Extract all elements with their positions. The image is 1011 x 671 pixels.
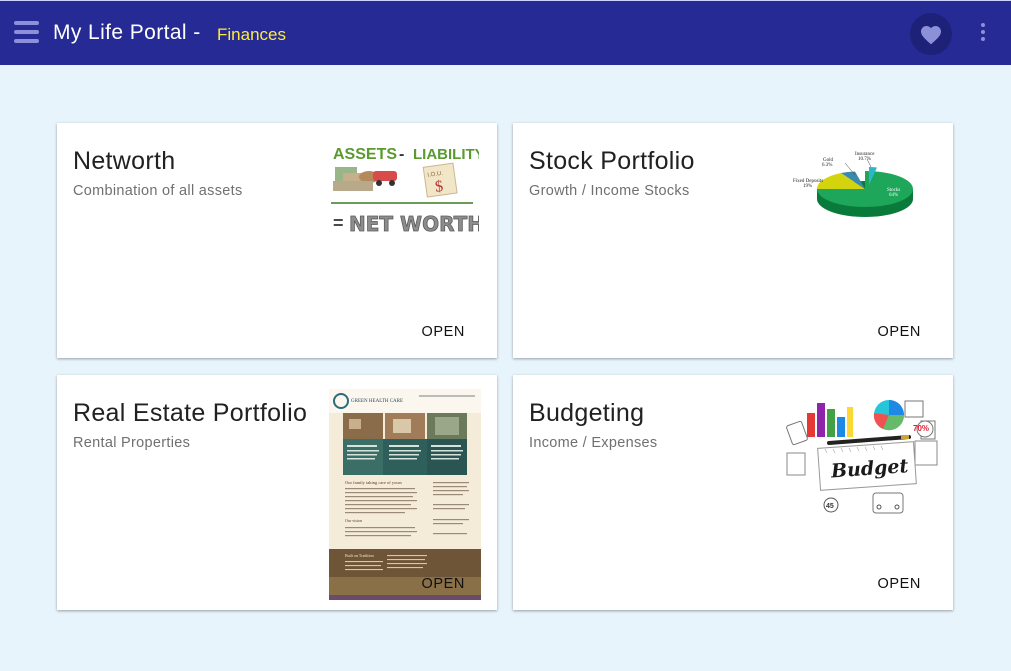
svg-text:19%: 19% xyxy=(803,184,812,189)
networth-image: ASSETS - LIABILITY I.O.U. $ = NET WORTH xyxy=(331,146,479,236)
menu-icon[interactable] xyxy=(14,21,40,47)
card-budgeting: Budgeting Income / Expenses 70% Budget 4… xyxy=(513,375,953,610)
budget-image: 70% Budget 45 xyxy=(786,400,938,514)
minus-sign: - xyxy=(399,146,404,163)
svg-text:GREEN HEALTH CARE: GREEN HEALTH CARE xyxy=(351,399,403,404)
app-bar: My Life Portal - Finances xyxy=(0,0,1011,65)
svg-text:Our vision: Our vision xyxy=(345,518,362,523)
card-subtitle: Growth / Income Stocks xyxy=(529,183,690,199)
svg-text:10.7%: 10.7% xyxy=(858,157,871,162)
assets-word: ASSETS xyxy=(333,146,397,163)
open-button[interactable]: OPEN xyxy=(422,324,466,340)
pie-chart-image: Insurance 10.7% Gold 6.3% Fixed Deposits… xyxy=(793,152,913,217)
heart-icon xyxy=(921,26,941,45)
card-subtitle: Combination of all assets xyxy=(73,183,243,199)
card-title: Budgeting xyxy=(529,399,645,427)
app-section-title: Finances xyxy=(217,25,286,44)
open-button[interactable]: OPEN xyxy=(878,576,922,592)
card-subtitle: Rental Properties xyxy=(73,435,191,451)
app-title: My Life Portal - xyxy=(53,21,201,44)
card-title: Stock Portfolio xyxy=(529,147,695,175)
svg-text:Built on Tradition: Built on Tradition xyxy=(345,553,374,558)
card-subtitle: Income / Expenses xyxy=(529,435,658,451)
svg-text:=: = xyxy=(333,213,344,233)
open-button[interactable]: OPEN xyxy=(878,324,922,340)
svg-text:64%: 64% xyxy=(889,193,898,198)
favorite-button[interactable] xyxy=(910,13,952,55)
svg-text:45: 45 xyxy=(826,503,834,510)
card-stock-portfolio: Stock Portfolio Growth / Income Stocks I… xyxy=(513,123,953,358)
open-button[interactable]: OPEN xyxy=(422,576,466,592)
liability-word: LIABILITY xyxy=(413,146,479,163)
card-title: Networth xyxy=(73,147,176,175)
card-real-estate-portfolio: Real Estate Portfolio Rental Properties … xyxy=(57,375,497,610)
card-title: Real Estate Portfolio xyxy=(73,399,308,427)
card-networth: Networth Combination of all assets ASSET… xyxy=(57,123,497,358)
svg-text:70%: 70% xyxy=(913,424,929,433)
svg-text:6.3%: 6.3% xyxy=(822,163,832,168)
networth-word: NET WORTH xyxy=(349,212,479,236)
more-vert-icon[interactable] xyxy=(976,23,990,45)
svg-text:Our family taking care of your: Our family taking care of yours xyxy=(345,480,402,485)
brochure-image: GREEN HEALTH CARE Our family taking care… xyxy=(329,389,481,600)
